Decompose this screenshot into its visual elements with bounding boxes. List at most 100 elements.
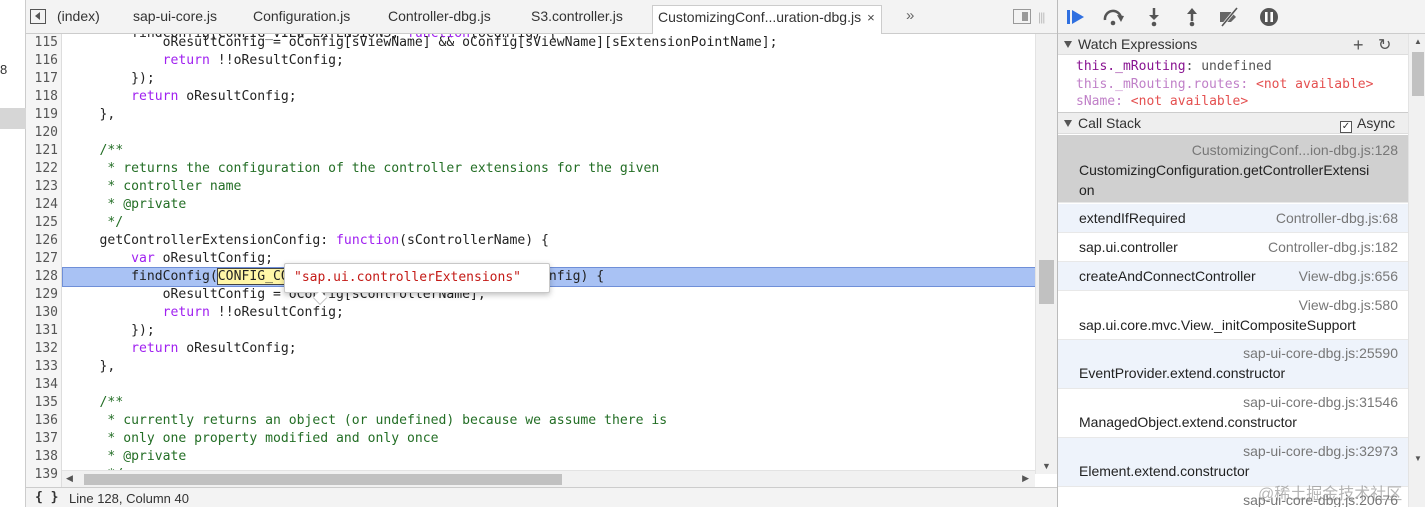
code-token: }, (99, 107, 116, 122)
line-number-gutter[interactable]: 115 116 117 118 119 120 121 122 123 124 125 126 127 1… (26, 34, 62, 487)
expand-triangle-icon (1064, 120, 1072, 127)
line-number[interactable]: 130 (26, 304, 58, 322)
line-number[interactable]: 126 (26, 232, 58, 250)
deactivate-breakpoints-icon[interactable] (1217, 7, 1239, 27)
tooltip-value: "sap.ui.controllerExtensions" (294, 270, 521, 285)
tab-customizing-configuration[interactable]: CustomizingConf...uration-dbg.js × (652, 5, 882, 34)
watch-item[interactable]: this._mRouting: undefined (1076, 59, 1272, 74)
code-token: return (131, 341, 179, 356)
toggle-navigator-icon[interactable] (30, 9, 46, 24)
code-token: * returns the configuration of the contr… (107, 161, 660, 176)
tab-configuration[interactable]: Configuration.js (253, 8, 350, 24)
line-number[interactable]: 137 (26, 430, 58, 448)
step-over-icon[interactable] (1102, 7, 1124, 27)
sidebar-vertical-scrollbar[interactable]: ▲ ▼ (1408, 34, 1425, 507)
pause-on-exceptions-icon[interactable] (1258, 7, 1280, 27)
line-number[interactable]: 135 (26, 394, 58, 412)
call-frame[interactable]: sap.ui.controller Controller-dbg.js:182 (1058, 233, 1408, 262)
refresh-watch-icon[interactable]: ↻ (1378, 35, 1391, 55)
checkbox-checked-icon[interactable]: ✓ (1340, 121, 1352, 133)
watch-item[interactable]: sName: <not available> (1076, 94, 1248, 109)
call-frame[interactable]: View-dbg.js:580 sap.ui.core.mvc.View._in… (1058, 291, 1408, 340)
call-frame-location: Controller-dbg.js:182 (1268, 239, 1398, 255)
scroll-right-arrow-icon[interactable]: ▶ (1022, 473, 1029, 484)
editor-vertical-scroll-thumb[interactable] (1039, 260, 1054, 304)
editor-vertical-scrollbar[interactable]: ▼ (1035, 34, 1057, 474)
call-frame-function-wrap: on (1079, 182, 1095, 198)
line-number[interactable]: 123 (26, 178, 58, 196)
line-number[interactable]: 121 (26, 142, 58, 160)
code-token: var (131, 251, 155, 266)
line-number[interactable]: 119 (26, 106, 58, 124)
scroll-up-arrow-icon[interactable]: ▲ (1414, 37, 1422, 46)
tab-s3-controller[interactable]: S3.controller.js (531, 8, 623, 24)
code-token: findConfig( (131, 269, 218, 284)
line-number[interactable]: 115 (26, 34, 58, 52)
tab-sap-ui-core[interactable]: sap-ui-core.js (133, 8, 217, 24)
watch-expressions-header[interactable]: Watch Expressions + ↻ (1058, 33, 1408, 55)
call-frame-selected[interactable]: CustomizingConf...ion-dbg.js:128 Customi… (1058, 135, 1408, 203)
cursor-position: Line 128, Column 40 (69, 491, 189, 506)
code-token: !!oResultConfig; (209, 53, 344, 68)
async-checkbox[interactable]: ✓ Async (1340, 115, 1395, 133)
close-tab-icon[interactable]: × (867, 10, 875, 25)
line-number[interactable]: 120 (26, 124, 58, 142)
line-number[interactable]: 125 (26, 214, 58, 232)
scroll-down-arrow-icon[interactable]: ▼ (1042, 461, 1051, 471)
add-watch-icon[interactable]: + (1353, 36, 1364, 54)
tab-controller-dbg[interactable]: Controller-dbg.js (388, 8, 491, 24)
resume-icon[interactable] (1065, 7, 1087, 27)
call-frame-location: View-dbg.js:656 (1298, 268, 1398, 284)
code-token: * only one property modified and only on… (107, 431, 439, 446)
line-number[interactable]: 128 (26, 268, 58, 286)
line-number[interactable]: 132 (26, 340, 58, 358)
editor-horizontal-scroll-thumb[interactable] (84, 474, 562, 485)
call-frame-function: Element.extend.constructor (1079, 463, 1250, 479)
line-number[interactable]: 127 (26, 250, 58, 268)
scroll-down-arrow-icon[interactable]: ▼ (1414, 454, 1422, 463)
sidebar-scroll-thumb[interactable] (1412, 52, 1424, 96)
code-line: }); (68, 322, 1032, 340)
code-line: */ (68, 214, 1032, 232)
code-line-partial: findConfig(CONFIG_VIEW_EXTENSIONS, funct… (68, 34, 1032, 43)
call-frame[interactable]: createAndConnectController View-dbg.js:6… (1058, 262, 1408, 291)
code-editor[interactable]: 115 116 117 118 119 120 121 122 123 124 125 126 127 1… (26, 34, 1057, 487)
step-out-icon[interactable] (1181, 7, 1203, 27)
code-line: oResultConfig = oConfig[sControllerName]… (68, 286, 1032, 304)
line-number[interactable]: 139 (26, 466, 58, 484)
pretty-print-button[interactable]: { } (35, 490, 58, 505)
line-number[interactable]: 124 (26, 196, 58, 214)
navigator-selected-row[interactable] (0, 108, 26, 129)
watch-item-name: this._mRouting.routes (1076, 77, 1241, 92)
editor-horizontal-scrollbar[interactable]: ◀ ▶ (62, 470, 1035, 487)
line-number[interactable]: 136 (26, 412, 58, 430)
more-tabs-icon[interactable]: » (906, 7, 914, 24)
line-number[interactable]: 138 (26, 448, 58, 466)
watch-item[interactable]: this._mRouting.routes: <not available> (1076, 77, 1373, 92)
debugger-toolbar (1058, 0, 1425, 34)
scroll-left-arrow-icon[interactable]: ◀ (66, 473, 73, 484)
code-line: * returns the configuration of the contr… (68, 160, 1032, 178)
call-frame[interactable]: sap-ui-core-dbg.js:31546 ManagedObject.e… (1058, 389, 1408, 438)
step-into-icon[interactable] (1143, 7, 1165, 27)
line-number[interactable]: 116 (26, 52, 58, 70)
line-number[interactable]: 118 (26, 88, 58, 106)
line-number[interactable]: 129 (26, 286, 58, 304)
line-number[interactable]: 122 (26, 160, 58, 178)
code-line: * currently returns an object (or undefi… (68, 412, 1032, 430)
code-token: return (162, 53, 210, 68)
tab-index[interactable]: (index) (57, 8, 100, 24)
call-frame[interactable]: sap-ui-core-dbg.js:25590 EventProvider.e… (1058, 340, 1408, 389)
line-number[interactable]: 133 (26, 358, 58, 376)
call-stack-header[interactable]: Call Stack ✓ Async (1058, 112, 1408, 134)
call-frame[interactable]: extendIfRequired Controller-dbg.js:68 (1058, 204, 1408, 233)
expand-triangle-icon (1064, 41, 1072, 48)
toggle-debugger-sidebar-icon[interactable] (1013, 9, 1031, 24)
line-number[interactable]: 134 (26, 376, 58, 394)
code-line: return !!oResultConfig; (68, 304, 1032, 322)
line-number[interactable]: 131 (26, 322, 58, 340)
line-number[interactable]: 117 (26, 70, 58, 88)
